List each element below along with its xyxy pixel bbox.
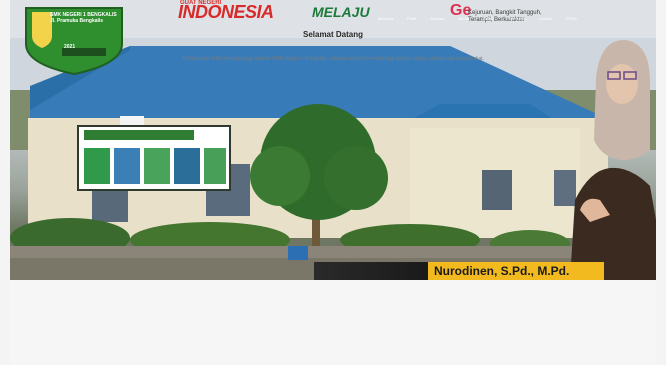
hero-banner: SMK NEGERI 1 BENGKALIS Jl. Pramuka Bengk… [10,0,656,280]
school-name: SMK NEGERI 1 BENGKALIS Jl. Pramuka Bengk… [50,12,170,24]
welcome-section [10,280,656,365]
brand-melaju: MELAJU [312,4,370,20]
nav-item-ppdb[interactable]: PPDB [566,16,577,21]
welcome-title: Selamat Datang [302,30,364,39]
school-sub-line: Jl. Pramuka Bengkalis [50,18,104,24]
nav-item-beranda[interactable]: Beranda [378,16,393,21]
nav-item-galeri[interactable]: Galeri [483,16,494,21]
principal-name: Nurodinen, S.Pd., M.Pd. [434,264,570,278]
nav-item-jurusan[interactable]: Jurusan [430,16,444,21]
nav-item-kontak[interactable]: Kontak [539,16,551,21]
nav-item-download[interactable]: Download [508,16,526,21]
welcome-text: Terima kasih telah mengunjungi website S… [182,56,484,62]
principal-name-bar-accent [314,262,428,280]
nav-item-berita[interactable]: Berita [458,16,468,21]
school-year: 2021 [64,44,76,50]
main-nav: Beranda Profil Jurusan Berita Galeri Dow… [378,16,577,21]
brand-indonesia: INDONESIA [178,2,274,22]
nav-item-profil[interactable]: Profil [407,16,416,21]
